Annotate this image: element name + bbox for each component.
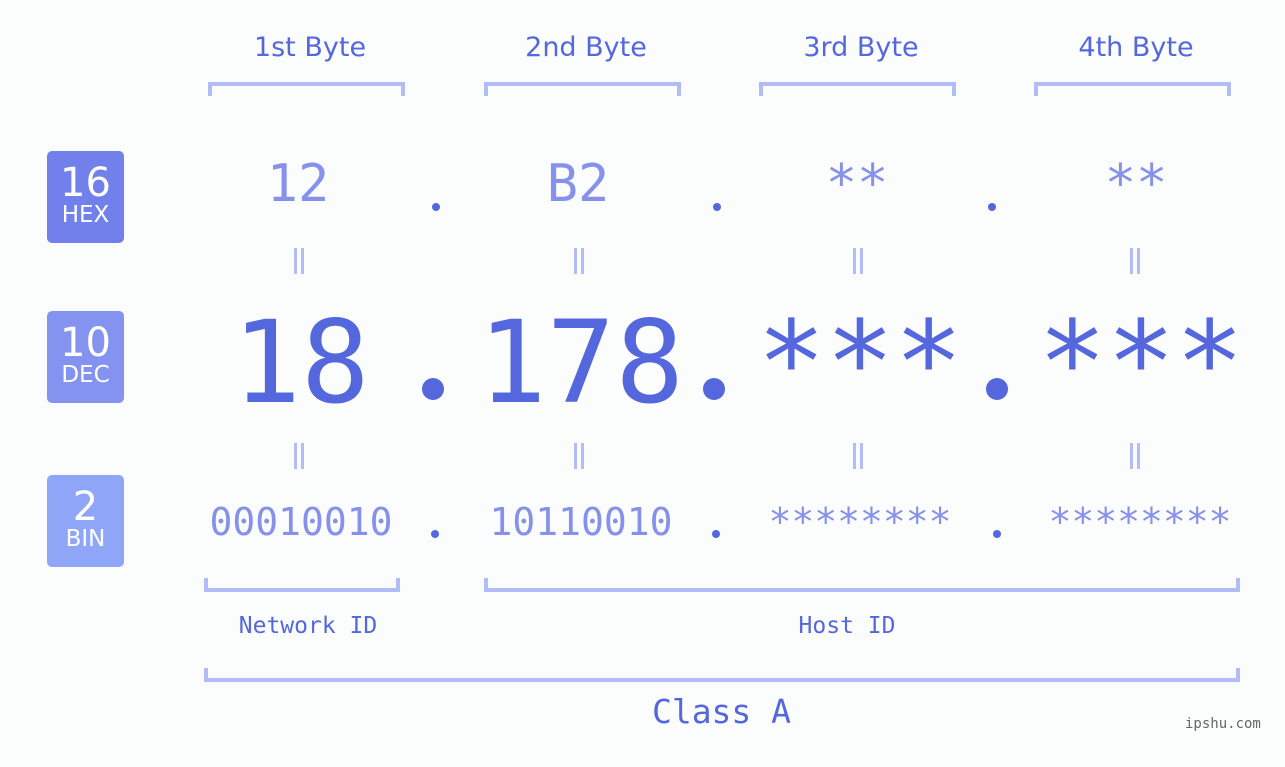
class-bracket [204,668,1240,682]
byte-4-bracket [1034,82,1231,96]
byte-header-4: 4th Byte [1078,32,1194,63]
dec-byte-1: 18 [232,296,370,429]
watermark: ipshu.com [1185,716,1261,732]
hex-byte-3: ** [825,154,889,214]
class-label: Class A [651,692,792,731]
byte-header-3: 3rd Byte [803,32,919,63]
bin-dot-2 [712,530,720,538]
byte-header-2: 2nd Byte [525,32,647,63]
bin-badge-label: BIN [65,526,106,552]
byte-header-1: 1st Byte [253,32,367,63]
host-id-bracket [484,578,1240,592]
equals-icon [294,248,304,274]
bin-badge-number: 2 [72,484,99,530]
hex-badge: 16 HEX [47,151,124,243]
hex-badge-label: HEX [61,202,110,228]
byte-1-bracket [208,82,405,96]
network-id-label: Network ID [238,613,378,639]
byte-2-bracket [484,82,681,96]
hex-badge-number: 16 [60,160,111,206]
dec-byte-3: *** [757,296,963,429]
dec-badge-label: DEC [61,362,110,388]
bin-byte-1: 00010010 [209,500,393,544]
hex-byte-4: ** [1104,154,1168,214]
equals-icon [1130,248,1140,274]
hex-byte-1: 12 [266,154,330,214]
bin-byte-3: ******** [768,500,952,544]
dec-byte-2: 178 [478,296,684,429]
dec-badge: 10 DEC [47,311,124,403]
byte-3-bracket [759,82,956,96]
equals-icon [294,443,304,469]
dec-dot-3 [986,378,1008,400]
dec-dot-1 [422,378,444,400]
equals-icon [574,248,584,274]
hex-dot-2 [713,203,721,211]
hex-dot-1 [432,203,440,211]
host-id-label: Host ID [798,613,896,639]
equals-icon [853,443,863,469]
bin-badge: 2 BIN [47,475,124,567]
dec-dot-2 [703,378,725,400]
bin-byte-4: ******** [1048,500,1232,544]
bin-dot-3 [993,530,1001,538]
network-id-bracket [204,578,400,592]
hex-dot-3 [988,203,996,211]
equals-icon [853,248,863,274]
bin-byte-2: 10110010 [489,500,673,544]
equals-icon [1130,443,1140,469]
dec-badge-number: 10 [60,320,111,366]
bin-dot-1 [431,530,439,538]
dec-byte-4: *** [1038,296,1244,429]
equals-icon [574,443,584,469]
hex-byte-2: B2 [546,154,610,214]
